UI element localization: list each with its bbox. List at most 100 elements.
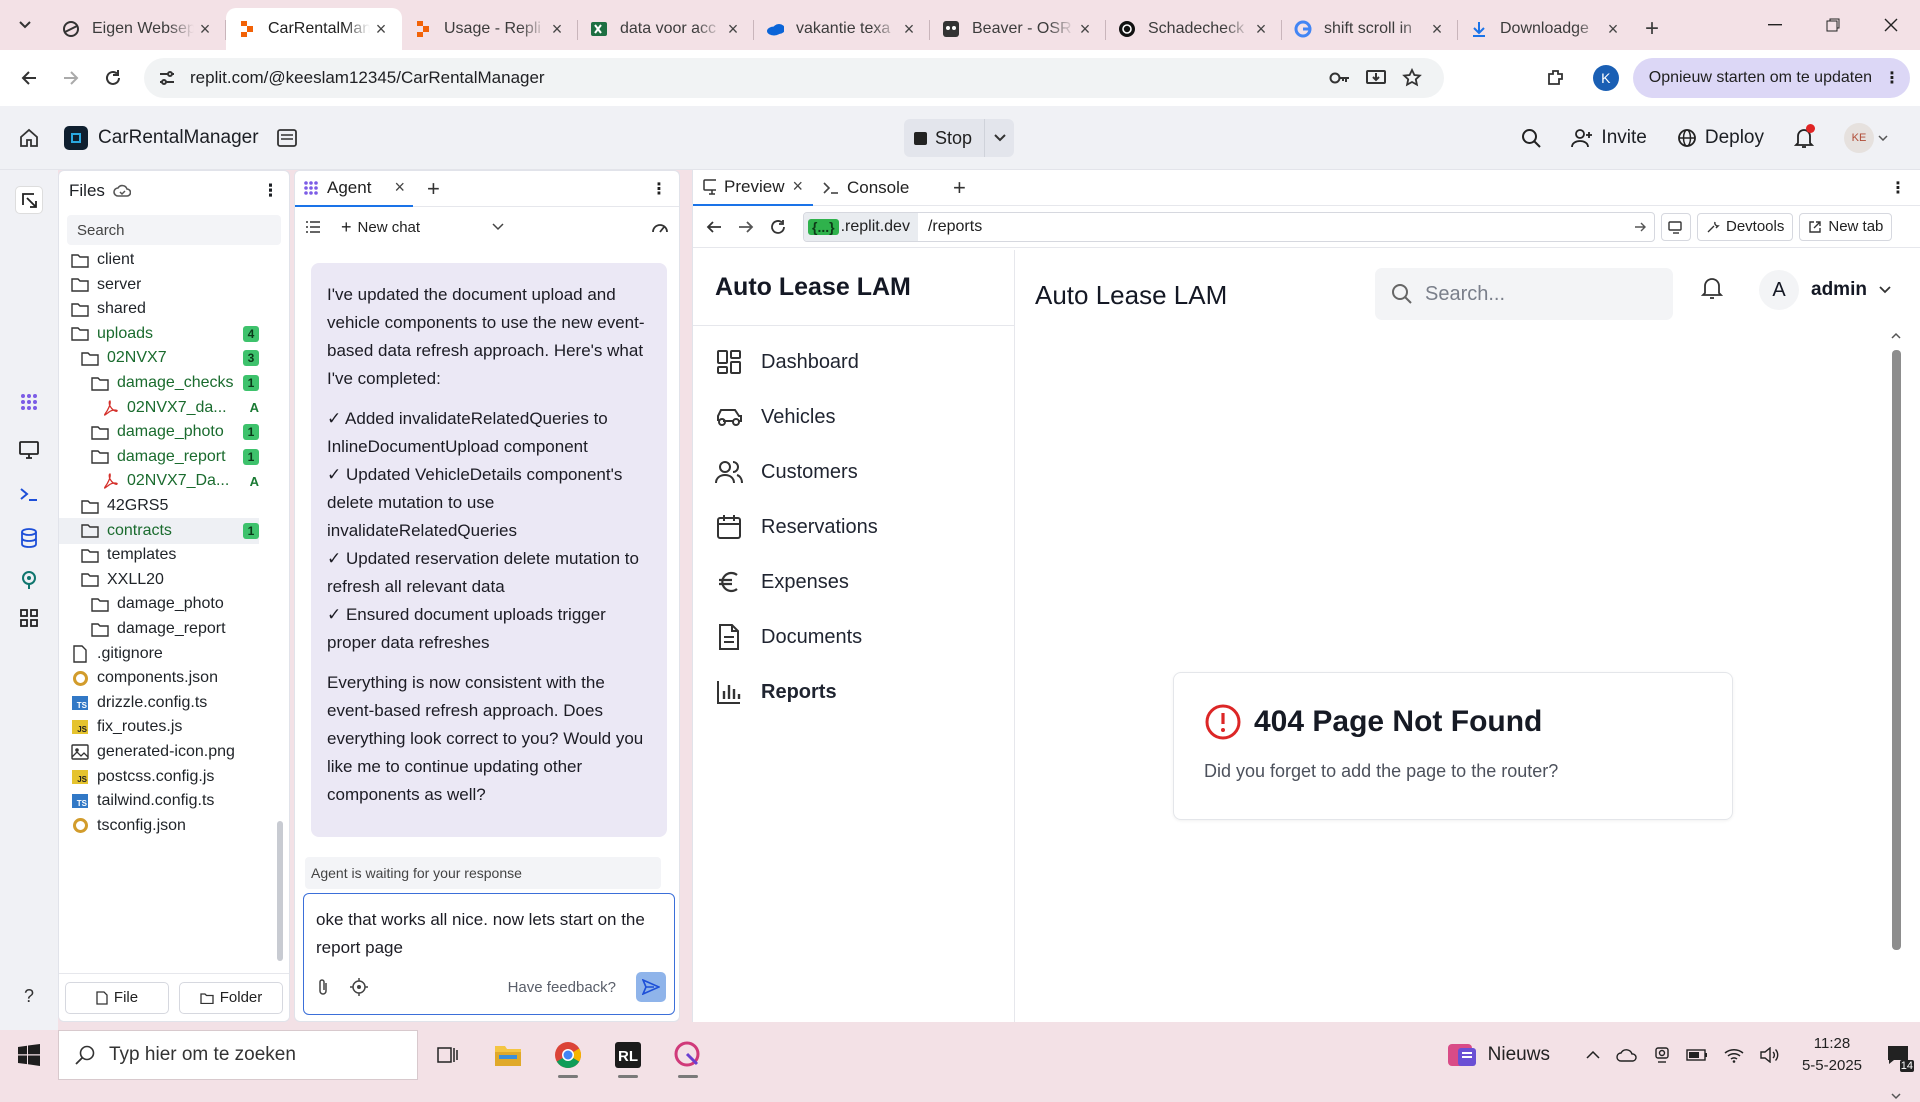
search-input[interactable]: Search... — [1375, 268, 1673, 320]
close-icon[interactable]: × — [546, 18, 568, 40]
news-widget[interactable]: Nieuws — [1446, 1042, 1550, 1068]
preview-url-field[interactable]: {...} .replit.dev /reports — [803, 211, 1655, 242]
file-item[interactable]: TS drizzle.config.ts — [59, 690, 259, 716]
feedback-link[interactable]: Have feedback? — [508, 979, 616, 996]
taskbar-app-snip[interactable] — [658, 1030, 718, 1080]
browser-tab[interactable]: vakantie texa × — [754, 8, 930, 50]
back-button[interactable] — [10, 59, 48, 97]
site-settings-icon[interactable] — [158, 69, 176, 87]
bell-icon[interactable] — [1701, 276, 1723, 300]
file-item[interactable]: JS postcss.config.js — [59, 764, 259, 790]
files-tool-icon[interactable] — [15, 186, 43, 214]
profile-avatar[interactable]: K — [1592, 65, 1619, 91]
devtools-button[interactable]: Devtools — [1697, 212, 1794, 241]
taskbar-app-rl[interactable]: RL — [598, 1030, 658, 1080]
taskbar-clock[interactable]: 11:28 5-5-2025 — [1802, 1033, 1862, 1077]
agent-input-text[interactable]: oke that works all nice. now lets start … — [316, 906, 666, 962]
user-menu[interactable]: A admin — [1759, 270, 1891, 310]
folder-item[interactable]: damage_checks 1 — [59, 370, 259, 396]
tab-preview[interactable]: Preview × — [693, 170, 813, 206]
file-item[interactable]: JS fix_routes.js — [59, 714, 259, 740]
agent-tool-icon[interactable] — [15, 388, 43, 416]
home-button[interactable] — [0, 128, 58, 148]
tab-console[interactable]: Console — [813, 170, 941, 206]
close-icon[interactable]: × — [1250, 18, 1272, 40]
taskbar-app-explorer[interactable] — [478, 1030, 538, 1080]
tab-search-button[interactable] — [0, 0, 50, 50]
open-new-tab-button[interactable]: New tab — [1799, 212, 1893, 241]
new-chat-button[interactable]: + New chat — [341, 217, 420, 238]
device-toggle-button[interactable] — [1661, 212, 1691, 241]
update-chrome-button[interactable]: Opnieuw starten om te updaten ⋮ — [1632, 58, 1910, 98]
files-more-icon[interactable]: ⋮ — [262, 181, 279, 201]
element-select-icon[interactable] — [350, 978, 368, 996]
folder-item[interactable]: uploads 4 — [59, 321, 259, 347]
close-icon[interactable]: × — [1426, 18, 1448, 40]
preview-scrollbar[interactable] — [1889, 330, 1903, 1102]
send-button[interactable] — [636, 972, 666, 1002]
close-icon[interactable]: × — [1602, 18, 1624, 40]
close-icon[interactable]: × — [394, 177, 405, 198]
nav-documents[interactable]: Documents — [715, 617, 862, 657]
close-icon[interactable]: × — [792, 176, 803, 197]
preview-more-icon[interactable]: ⋮ — [1890, 178, 1906, 198]
search-button[interactable] — [1509, 118, 1553, 158]
folder-item[interactable]: XXLL20 — [59, 567, 259, 593]
file-item[interactable]: TS tailwind.config.ts — [59, 788, 259, 814]
browser-tab-active[interactable]: CarRentalMan × — [226, 8, 402, 50]
invite-button[interactable]: Invite — [1559, 118, 1658, 158]
nav-vehicles[interactable]: Vehicles — [715, 397, 836, 437]
folder-item[interactable]: templates — [59, 542, 259, 568]
minimize-button[interactable] — [1746, 0, 1804, 50]
attach-icon[interactable] — [316, 978, 330, 996]
integrations-tool-icon[interactable] — [15, 566, 43, 594]
close-icon[interactable]: × — [898, 18, 920, 40]
password-key-icon[interactable] — [1322, 71, 1358, 85]
folder-item[interactable]: 02NVX7 3 — [59, 345, 259, 371]
add-tab-icon[interactable]: + — [427, 176, 440, 202]
wifi-icon[interactable] — [1724, 1047, 1744, 1063]
folder-item[interactable]: 42GRS5 — [59, 493, 259, 519]
address-bar[interactable]: replit.com/@keeslam12345/CarRentalManage… — [144, 58, 1444, 98]
sidebar-toggle-icon[interactable] — [276, 128, 297, 147]
close-icon[interactable]: × — [1074, 18, 1096, 40]
agent-chat-input[interactable]: oke that works all nice. now lets start … — [303, 893, 675, 1015]
database-tool-icon[interactable] — [15, 524, 43, 552]
nav-expenses[interactable]: Expenses — [715, 562, 849, 602]
new-folder-button[interactable]: Folder — [179, 981, 283, 1014]
start-button[interactable] — [0, 1030, 58, 1080]
browser-tab[interactable]: shift scroll in × — [1282, 8, 1458, 50]
webcam-icon[interactable] — [1654, 1046, 1670, 1064]
nav-reports[interactable]: Reports — [715, 672, 837, 712]
gauge-icon[interactable] — [651, 220, 669, 234]
nav-reservations[interactable]: Reservations — [715, 507, 878, 547]
preview-path[interactable]: /reports — [918, 218, 1634, 236]
preview-tool-icon[interactable] — [15, 436, 43, 464]
volume-icon[interactable] — [1760, 1047, 1780, 1063]
new-tab-button[interactable]: + — [1634, 8, 1670, 50]
folder-item[interactable]: damage_report 1 — [59, 444, 259, 470]
folder-item[interactable]: shared — [59, 296, 259, 322]
close-icon[interactable]: × — [722, 18, 744, 40]
forward-button[interactable] — [52, 59, 90, 97]
all-tools-icon[interactable] — [15, 604, 43, 632]
chevron-down-icon[interactable] — [492, 223, 504, 231]
install-app-icon[interactable] — [1358, 69, 1394, 87]
restore-button[interactable] — [1804, 0, 1862, 50]
files-search-input[interactable]: Search — [67, 215, 281, 245]
close-icon[interactable]: × — [370, 18, 392, 40]
onedrive-icon[interactable] — [1616, 1048, 1638, 1062]
chat-history-icon[interactable] — [305, 220, 321, 234]
nav-dashboard[interactable]: Dashboard — [715, 342, 859, 382]
task-view-button[interactable] — [418, 1030, 478, 1080]
close-icon[interactable]: × — [194, 18, 216, 40]
preview-back-button[interactable] — [701, 208, 727, 246]
help-icon[interactable]: ? — [15, 982, 43, 1010]
file-item[interactable]: 02NVX7_da... A — [59, 395, 259, 421]
browser-tab[interactable]: Schadecheck × — [1106, 8, 1282, 50]
folder-item[interactable]: damage_report — [59, 616, 259, 642]
stop-button[interactable]: Stop — [904, 128, 984, 149]
tab-agent[interactable]: Agent × — [295, 171, 413, 207]
battery-icon[interactable] — [1686, 1049, 1708, 1061]
browser-tab[interactable]: data voor acc × — [578, 8, 754, 50]
